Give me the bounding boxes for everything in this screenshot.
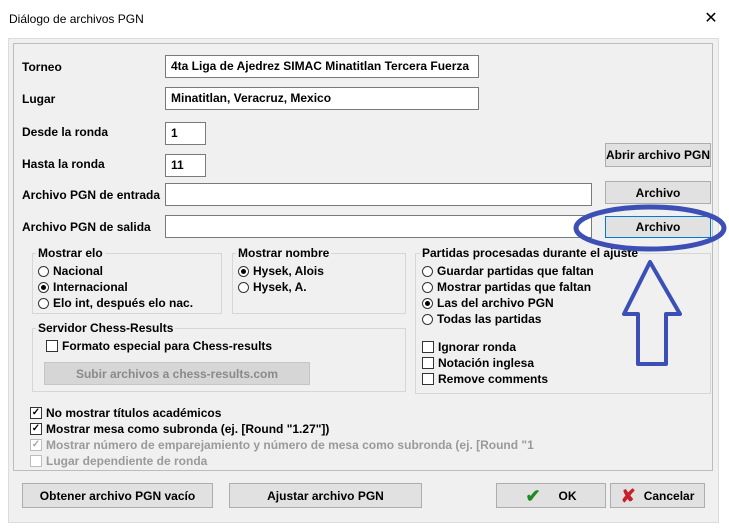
up-arrow-icon <box>622 260 682 366</box>
highlight-ellipse <box>573 204 727 252</box>
annotation-overlay <box>573 204 727 366</box>
